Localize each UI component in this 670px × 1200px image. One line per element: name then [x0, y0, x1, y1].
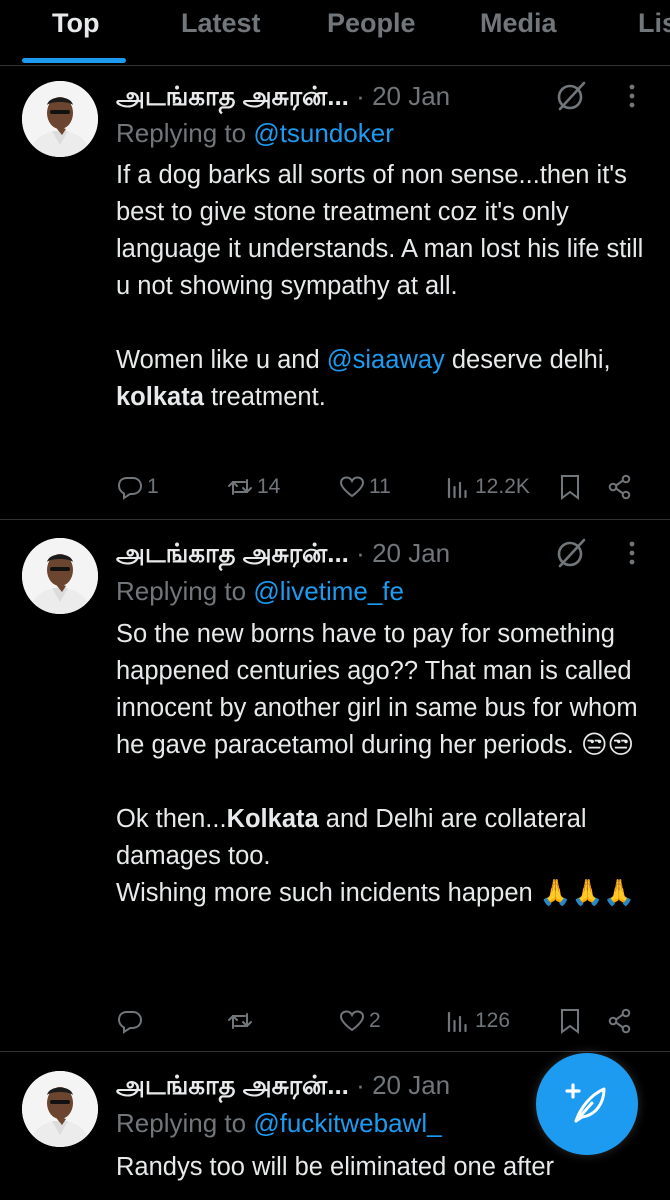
- separator-dot: ·: [356, 538, 365, 568]
- replying-to-label: Replying to: [116, 576, 254, 606]
- share-button[interactable]: [606, 469, 634, 505]
- tweet[interactable]: அடங்காத அசுரன்... · 20 Jan Replying to @…: [0, 521, 670, 1052]
- mention-link[interactable]: @livetime_fe: [253, 576, 404, 606]
- share-icon: [608, 1008, 631, 1034]
- bookmark-button[interactable]: [556, 469, 584, 505]
- tweet-header: அடங்காத அசுரன்... · 20 Jan: [116, 78, 450, 114]
- repost-count: 14: [257, 475, 281, 498]
- replying-to: Replying to @tsundoker: [116, 115, 394, 151]
- bookmark-button[interactable]: [556, 1003, 584, 1039]
- avatar[interactable]: [22, 1071, 98, 1147]
- tweet-date[interactable]: 20 Jan: [372, 81, 450, 111]
- share-icon: [608, 474, 631, 500]
- tweet-actions: 1 14 11 12.2K: [116, 469, 646, 505]
- tweet-date[interactable]: 20 Jan: [372, 538, 450, 568]
- like-count: 11: [369, 475, 391, 498]
- tab-lists[interactable]: Lis: [638, 0, 670, 66]
- views-icon: [447, 477, 467, 499]
- like-button[interactable]: 2: [338, 1003, 381, 1039]
- mention-link[interactable]: @fuckitwebawl_: [253, 1108, 441, 1138]
- reply-icon: [117, 477, 143, 500]
- views-count: 126: [475, 1009, 511, 1032]
- tweet-paragraph: Wishing more such incidents happen 🙏🙏🙏: [116, 879, 636, 907]
- replying-to-label: Replying to: [116, 1108, 254, 1138]
- tweet-paragraph: So the new borns have to pay for somethi…: [116, 620, 638, 759]
- heart-icon: [339, 1010, 365, 1032]
- tweet-text: If a dog barks all sorts of non sense...…: [116, 157, 646, 416]
- reply-icon: [117, 1011, 143, 1034]
- grok-icon[interactable]: [553, 78, 589, 114]
- reply-count: 1: [147, 475, 159, 498]
- share-button[interactable]: [606, 1003, 634, 1039]
- repost-icon: [228, 479, 252, 495]
- more-icon[interactable]: [620, 78, 644, 114]
- compose-button[interactable]: [536, 1053, 638, 1155]
- compose-icon: [565, 1083, 606, 1123]
- tweet-paragraph: Women like u and @siaaway deserve delhi,…: [116, 346, 611, 411]
- tweet-header: அடங்காத அசுரன்... · 20 Jan: [116, 535, 450, 571]
- search-tabs: Top Latest People Media Lis: [0, 0, 670, 66]
- like-count: 2: [369, 1009, 381, 1032]
- replying-to: Replying to @livetime_fe: [116, 573, 404, 609]
- tweet-text: So the new borns have to pay for somethi…: [116, 616, 646, 912]
- tweet-text: Randys too will be eliminated one after: [116, 1149, 646, 1186]
- tab-people[interactable]: People: [327, 0, 416, 66]
- tab-latest[interactable]: Latest: [181, 0, 261, 66]
- tweet-paragraph: If a dog barks all sorts of non sense...…: [116, 161, 644, 300]
- tweet-paragraph: Ok then...Kolkata and Delhi are collater…: [116, 805, 587, 870]
- views-button[interactable]: 126: [444, 1003, 510, 1039]
- reply-button[interactable]: 1: [116, 469, 159, 505]
- mention-link[interactable]: @tsundoker: [253, 118, 394, 148]
- tweet-actions: 2 126: [116, 1003, 646, 1039]
- tweet-header: அடங்காத அசுரன்... · 20 Jan: [116, 1067, 450, 1103]
- author-name[interactable]: அடங்காத அசுரன்...: [116, 538, 349, 568]
- separator-dot: ·: [356, 81, 365, 111]
- active-tab-indicator: [22, 58, 126, 63]
- views-count: 12.2K: [475, 475, 530, 498]
- avatar[interactable]: [22, 538, 98, 614]
- tweet-date[interactable]: 20 Jan: [372, 1070, 450, 1100]
- repost-icon: [228, 1013, 252, 1029]
- heart-icon: [339, 476, 365, 498]
- views-button[interactable]: 12.2K: [444, 469, 530, 505]
- replying-to-label: Replying to: [116, 118, 254, 148]
- author-name[interactable]: அடங்காத அசுரன்...: [116, 1070, 349, 1100]
- grok-icon[interactable]: [553, 535, 589, 571]
- mention-link[interactable]: @siaaway: [327, 346, 445, 374]
- reply-button[interactable]: [116, 1003, 147, 1039]
- views-icon: [447, 1011, 467, 1033]
- tab-media[interactable]: Media: [480, 0, 557, 66]
- tweet[interactable]: அடங்காத அசுரன்... · 20 Jan Replying to @…: [0, 67, 670, 520]
- tab-top[interactable]: Top: [52, 0, 99, 66]
- like-button[interactable]: 11: [338, 469, 391, 505]
- separator-dot: ·: [356, 1070, 365, 1100]
- bookmark-icon: [561, 475, 579, 500]
- replying-to: Replying to @fuckitwebawl_: [116, 1105, 442, 1141]
- more-icon[interactable]: [620, 535, 644, 571]
- avatar[interactable]: [22, 81, 98, 157]
- bookmark-icon: [561, 1009, 579, 1034]
- repost-button[interactable]: 14: [226, 469, 280, 505]
- repost-button[interactable]: [226, 1003, 257, 1039]
- tweet-paragraph: Randys too will be eliminated one after: [116, 1153, 554, 1181]
- author-name[interactable]: அடங்காத அசுரன்...: [116, 81, 349, 111]
